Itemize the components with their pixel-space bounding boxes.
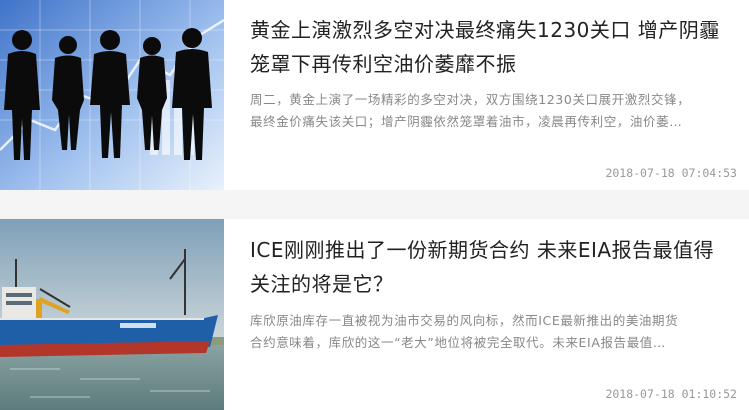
news-summary: 周二，黄金上演了一场精彩的多空对决，双方围绕1230关口展开激烈交锋， 最终金价… [250, 92, 691, 129]
news-item[interactable]: ICE刚刚推出了一份新期货合约 未来EIA报告最值得关注的将是它？ 库欣原油库存… [0, 219, 749, 410]
news-timestamp: 2018-07-18 01:10:52 [605, 387, 737, 401]
news-summary: 库欣原油库存一直被视为油市交易的风向标，然而ICE最新推出的美油期货 合约意味着… [250, 313, 679, 350]
business-silhouettes-image[interactable] [0, 0, 224, 190]
news-timestamp: 2018-07-18 07:04:53 [605, 166, 737, 180]
cargo-ship-image[interactable] [0, 219, 224, 410]
feed-divider [0, 190, 749, 219]
news-item[interactable]: 黄金上演激烈多空对决最终痛失1230关口 增产阴霾笼罩下再传利空油价萎靡不振 周… [0, 0, 749, 190]
news-title[interactable]: ICE刚刚推出了一份新期货合约 未来EIA报告最值得关注的将是它？ [250, 233, 730, 301]
news-title[interactable]: 黄金上演激烈多空对决最终痛失1230关口 增产阴霾笼罩下再传利空油价萎靡不振 [250, 13, 730, 81]
news-feed: 黄金上演激烈多空对决最终痛失1230关口 增产阴霾笼罩下再传利空油价萎靡不振 周… [0, 0, 749, 410]
